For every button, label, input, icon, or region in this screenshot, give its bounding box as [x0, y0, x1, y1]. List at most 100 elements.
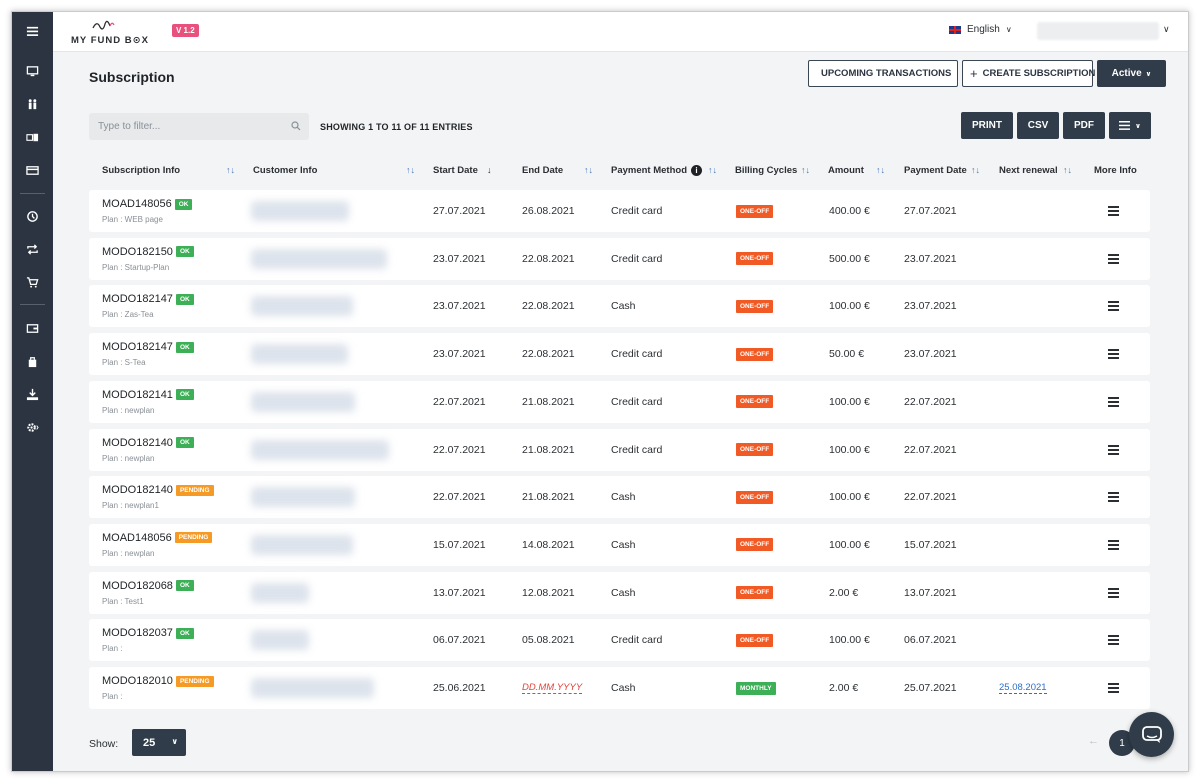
chevron-down-icon[interactable]: ∨ — [1163, 24, 1170, 35]
sort-icon[interactable]: ↑↓ — [226, 165, 235, 175]
more-info-menu-icon[interactable] — [1108, 683, 1119, 693]
subscription-id[interactable]: MOAD148056 PENDING — [102, 532, 213, 544]
col-next-renewal[interactable]: Next renewal — [999, 165, 1058, 176]
sort-icon[interactable]: ↑↓ — [971, 165, 980, 175]
csv-button[interactable]: CSV — [1017, 112, 1059, 139]
amount: 100.00 € — [829, 300, 870, 313]
sort-icon[interactable]: ↑↓ — [584, 165, 593, 175]
more-info-menu-icon[interactable] — [1108, 587, 1119, 598]
more-info-menu-icon[interactable] — [1108, 253, 1119, 264]
plan-label: Plan : — [102, 644, 123, 654]
payment-method: Cash — [611, 586, 636, 599]
more-info-menu-icon[interactable] — [1108, 539, 1119, 550]
table-row[interactable]: MODO182140 PENDING Plan : newplan1 22.07.20… — [89, 476, 1150, 519]
sort-icon[interactable]: ↑↓ — [801, 165, 810, 175]
language-selector[interactable]: English ∨ — [949, 24, 1012, 35]
col-payment-date[interactable]: Payment Date — [904, 165, 967, 176]
start-date: 25.06.2021 — [433, 682, 486, 694]
wallet-icon[interactable] — [12, 316, 53, 340]
more-info-menu-icon[interactable] — [1108, 206, 1119, 216]
table-row[interactable]: MODO182010 PENDING Plan : 25.06.2021 DD.MM.Y… — [89, 667, 1150, 709]
more-info-menu-icon[interactable] — [1108, 396, 1119, 407]
col-start-date[interactable]: Start Date — [433, 165, 478, 176]
table-row[interactable]: MODO182147 OK Plan : Zas-Tea 23.07.2021 22.0… — [89, 285, 1150, 328]
status-filter-dropdown[interactable]: Active ∨ — [1097, 60, 1166, 87]
page-size-select[interactable]: 25 ∨ — [132, 729, 186, 756]
create-subscription-button[interactable]: + CREATE SUBSCRIPTION — [962, 60, 1095, 87]
cards-icon[interactable] — [12, 125, 53, 149]
plan-label: Plan : — [102, 692, 123, 701]
bag-icon[interactable] — [12, 349, 53, 373]
table-row[interactable]: MODO182037 OK Plan : 06.07.2021 05.08.2021 Cr… — [89, 619, 1150, 662]
payment-date: 25.07.2021 — [904, 682, 957, 694]
table-row[interactable]: MODO182147 OK Plan : S-Tea 23.07.2021 22.08.… — [89, 333, 1150, 376]
subscription-id[interactable]: MODO182147 OK — [102, 293, 194, 305]
gear-icon[interactable] — [12, 415, 53, 439]
subscription-id[interactable]: MOAD148056 OK — [102, 198, 193, 210]
subscription-id[interactable]: MODO182150 OK — [102, 246, 194, 258]
subscription-id[interactable]: MODO182010 PENDING — [102, 675, 214, 687]
subscription-id[interactable]: MODO182140 PENDING — [102, 484, 214, 496]
history-icon[interactable] — [12, 204, 53, 228]
billing-cycle: ONE-OFF — [736, 476, 774, 518]
col-amount[interactable]: Amount — [828, 165, 864, 176]
more-info-menu-icon[interactable] — [1108, 301, 1119, 312]
user-menu[interactable] — [1037, 22, 1159, 40]
logo[interactable]: MY FUND B⊙X — [71, 18, 148, 46]
repeat-icon[interactable] — [12, 237, 53, 261]
customer-info-redacted — [251, 201, 349, 221]
cycle-badge: ONE-OFF — [736, 395, 774, 409]
subscription-id[interactable]: MODO182141 OK — [102, 389, 194, 401]
filter-input[interactable] — [98, 121, 278, 132]
credit-card-icon[interactable] — [12, 158, 53, 182]
billing-cycle: ONE-OFF — [736, 333, 774, 375]
sort-icon[interactable]: ↑↓ — [876, 165, 885, 175]
col-subscription-info[interactable]: Subscription Info — [102, 165, 180, 176]
more-info-menu-icon[interactable] — [1108, 349, 1119, 360]
subscription-id[interactable]: MODO182068 OK — [102, 580, 194, 592]
start-date: 23.07.2021 — [433, 348, 486, 361]
print-button[interactable]: PRINT — [961, 112, 1013, 139]
subscription-id[interactable]: MODO182147 OK — [102, 341, 194, 353]
more-info-menu-icon[interactable] — [1108, 635, 1119, 646]
sort-icon[interactable]: ↑↓ — [1063, 165, 1072, 175]
chat-icon[interactable] — [1129, 712, 1174, 757]
col-billing-cycles[interactable]: Billing Cycles — [735, 165, 797, 176]
table-row[interactable]: MODO182150 OK Plan : Startup-Plan 23.07.202… — [89, 237, 1150, 280]
pdf-button[interactable]: PDF — [1063, 112, 1105, 139]
status-filter-label: Active — [1111, 68, 1142, 79]
upcoming-transactions-button[interactable]: UPCOMING TRANSACTIONS — [808, 60, 958, 87]
info-icon[interactable]: i — [691, 165, 703, 176]
prev-page-arrow[interactable]: ← — [1088, 735, 1099, 747]
subscription-id[interactable]: MODO182037 OK — [102, 627, 194, 639]
table-row[interactable]: MOAD148056 PENDING Plan : newplan 15.07.202… — [89, 523, 1150, 566]
subscription-id[interactable]: MODO182140 OK — [102, 437, 194, 449]
col-payment-method[interactable]: Payment Method i — [611, 165, 703, 176]
cart-icon[interactable] — [12, 270, 53, 294]
more-info-menu-icon[interactable] — [1108, 492, 1119, 503]
payment-method: Cash — [611, 300, 636, 313]
table-row[interactable]: MOAD148056 OK Plan : WEB page 27.07.2021 26.… — [89, 190, 1150, 232]
download-icon[interactable] — [12, 382, 53, 406]
table-row[interactable]: MODO182140 OK Plan : newplan 22.07.2021 21.0… — [89, 428, 1150, 471]
next-renewal[interactable]: 25.08.2021 — [999, 667, 1047, 709]
monitor-icon[interactable] — [12, 59, 53, 83]
payment-date: 23.07.2021 — [904, 300, 957, 313]
sort-icon[interactable]: ↑↓ — [406, 165, 415, 175]
column-menu-button[interactable]: ∨ — [1109, 112, 1151, 139]
status-badge: OK — [175, 627, 194, 639]
sort-desc-icon[interactable]: ↓ — [487, 165, 492, 175]
csv-label: CSV — [1027, 120, 1049, 131]
status-badge: OK — [175, 580, 194, 592]
users-icon[interactable] — [12, 92, 53, 116]
status-badge: OK — [175, 389, 194, 401]
menu-icon[interactable] — [12, 19, 53, 43]
sort-icon[interactable]: ↑↓ — [708, 165, 717, 175]
col-end-date[interactable]: End Date — [522, 165, 563, 176]
table-row[interactable]: MODO182141 OK Plan : newplan 22.07.2021 21.0… — [89, 380, 1150, 423]
more-info-menu-icon[interactable] — [1108, 444, 1119, 455]
payment-method: Credit card — [611, 443, 663, 456]
col-customer-info[interactable]: Customer Info — [253, 165, 317, 176]
table-row[interactable]: MODO182068 OK Plan : Test1 13.07.2021 12.08.… — [89, 571, 1150, 614]
end-date[interactable]: DD.MM.YYYY — [522, 667, 583, 709]
